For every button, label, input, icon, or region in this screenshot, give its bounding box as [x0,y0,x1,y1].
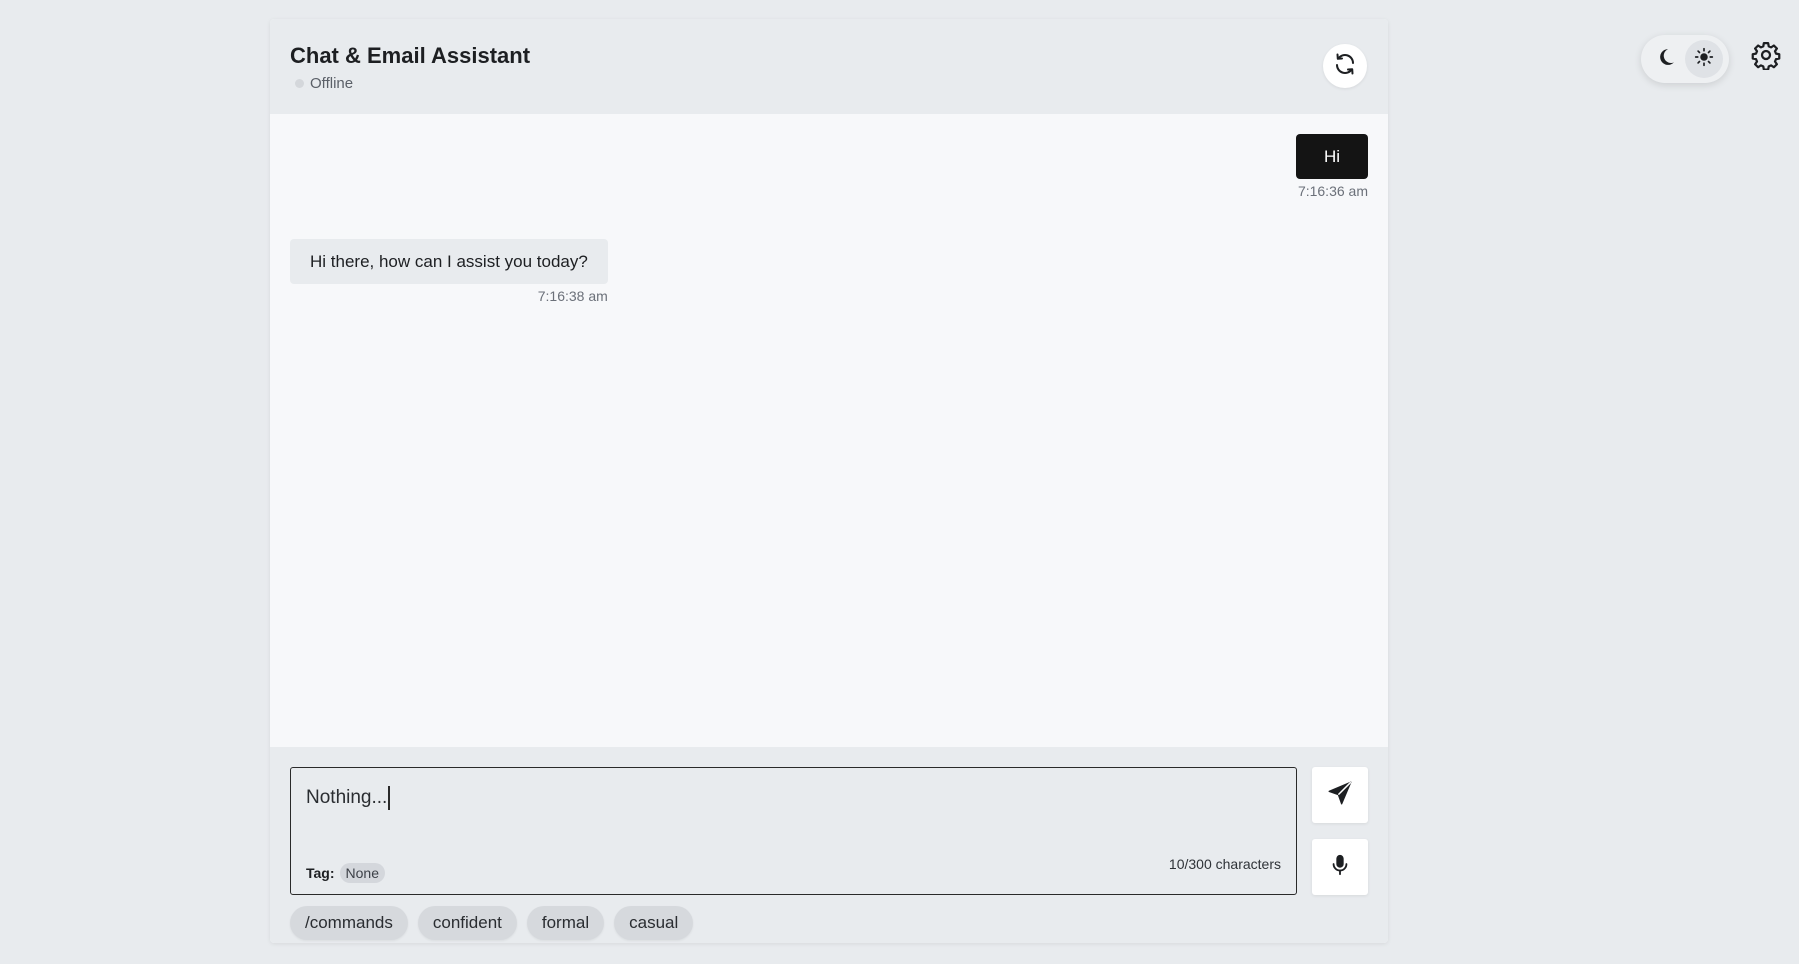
tag-row: Tag: None [306,863,385,883]
chip-casual[interactable]: casual [614,906,694,940]
chat-panel: Chat & Email Assistant Offline Hi 7:16:3… [270,19,1388,943]
theme-toggle [1641,35,1729,83]
text-caret [388,786,390,810]
refresh-button[interactable] [1323,44,1367,88]
light-mode-button[interactable] [1685,40,1723,78]
gear-icon [1751,40,1781,75]
message-list: Hi 7:16:36 am Hi there, how can I assist… [270,114,1388,747]
sun-icon [1694,47,1714,72]
settings-button[interactable] [1749,40,1783,74]
tag-label: Tag: [306,865,335,881]
message-input-text[interactable]: Nothing... [306,786,390,810]
composer: Nothing... Tag: None 10/300 characters /… [270,747,1388,943]
microphone-icon [1329,852,1351,883]
message-input[interactable]: Nothing... Tag: None 10/300 characters [290,767,1297,895]
dark-mode-button[interactable] [1647,40,1685,78]
assistant-message: Hi there, how can I assist you today? 7:… [290,239,608,304]
send-icon [1327,780,1353,811]
assistant-message-bubble: Hi there, how can I assist you today? [290,239,608,284]
user-message-bubble: Hi [1295,134,1368,179]
chip-confident[interactable]: confident [417,906,517,940]
chat-header: Chat & Email Assistant Offline [270,19,1388,114]
message-timestamp: 7:16:36 am [1297,183,1368,199]
chip-formal[interactable]: formal [526,906,605,940]
connection-status: Offline [295,75,353,92]
page-title: Chat & Email Assistant [290,43,531,68]
microphone-button[interactable] [1312,839,1368,895]
message-timestamp: 7:16:38 am [537,288,608,304]
send-button[interactable] [1312,767,1368,823]
user-message: Hi 7:16:36 am [1295,134,1368,199]
status-label: Offline [310,75,354,92]
tag-value-badge[interactable]: None [339,863,385,883]
character-count: 10/300 characters [1168,856,1281,872]
quick-chips: /commands confident formal casual [290,906,694,940]
status-dot [295,79,304,88]
moon-icon [1656,47,1676,72]
refresh-icon [1333,52,1357,81]
chip-commands[interactable]: /commands [290,906,408,940]
